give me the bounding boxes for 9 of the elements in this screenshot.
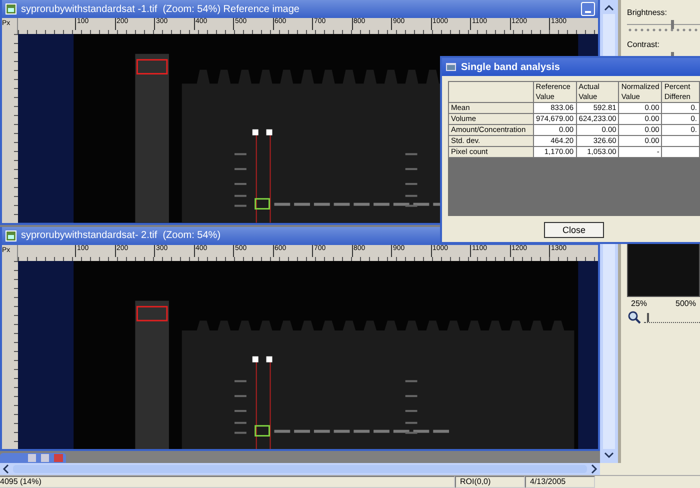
dialog-title: Single band analysis	[461, 62, 560, 72]
status-text: 4095 (14%)	[0, 476, 455, 488]
window-title: syprorubywithstandardsat -1.tif (Zoom: 54%) Reference image	[21, 4, 300, 14]
slider-label: Brightness:	[627, 8, 668, 17]
zoom-min-label: 25%	[631, 299, 648, 308]
status-text: 4/13/2005	[525, 476, 595, 488]
slider-label: Contrast:	[627, 40, 660, 49]
status-text: ROI(0,0)	[455, 476, 525, 488]
zoom-max-label: 500%	[676, 299, 696, 308]
